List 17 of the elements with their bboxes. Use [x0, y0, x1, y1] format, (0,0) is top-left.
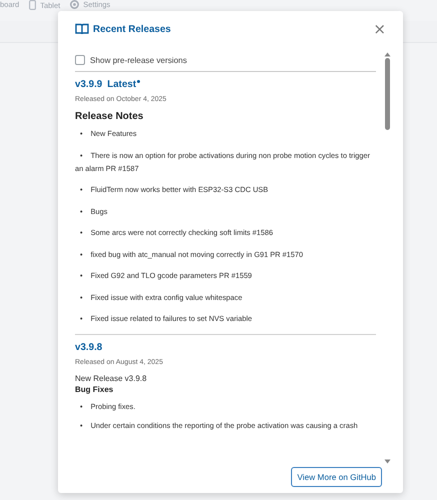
scroll-up-icon	[384, 52, 391, 57]
section-heading: Release Notes	[75, 111, 144, 122]
book-icon	[75, 23, 89, 35]
checkbox-label[interactable]: Show pre-release versions	[90, 56, 187, 64]
checkbox[interactable]	[75, 55, 85, 65]
version-link[interactable]: v3.9.8	[75, 340, 102, 354]
version-link[interactable]: v3.9.9	[75, 78, 102, 92]
github-button[interactable]: View More on GitHub	[291, 467, 382, 487]
section-subheading: Bug Fixes	[75, 384, 114, 394]
release-summary: New Release v3.9.8	[75, 374, 148, 382]
scroll-thumb[interactable]	[385, 58, 390, 130]
dot-icon	[137, 80, 140, 83]
dialog-title: Recent Releases	[93, 24, 171, 34]
scroll-down-icon	[384, 459, 391, 464]
close-button[interactable]: ×	[371, 22, 388, 36]
tablet-icon	[29, 0, 36, 10]
latest-label: Latest	[107, 78, 136, 92]
